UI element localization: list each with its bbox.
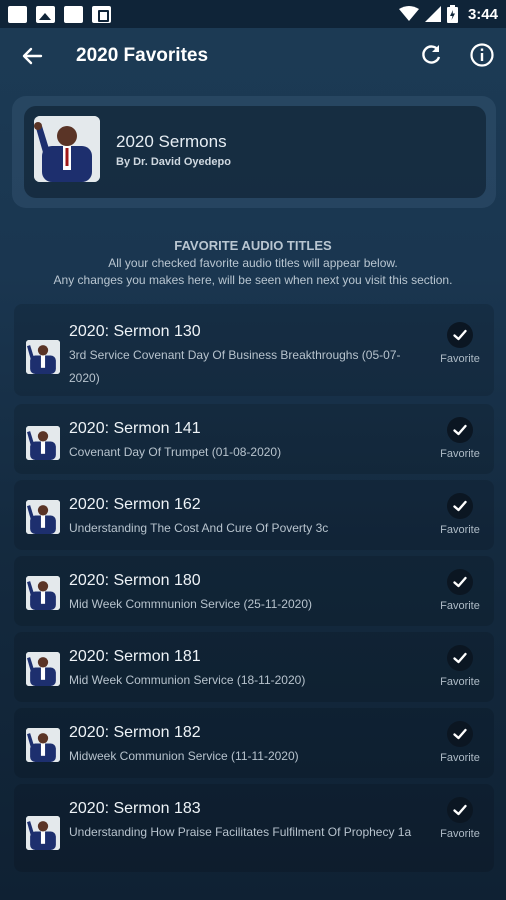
section-note: Any changes you makes here, will be seen… bbox=[53, 273, 453, 287]
sermon-title: 2020: Sermon 182 bbox=[69, 724, 201, 741]
sermon-title: 2020: Sermon 183 bbox=[69, 800, 201, 817]
sermon-description: Understanding How Praise Facilitates Ful… bbox=[69, 825, 412, 839]
refresh-icon bbox=[422, 45, 441, 64]
sermon-title: 2020: Sermon 180 bbox=[69, 572, 201, 589]
list-item[interactable]: 2020: Sermon 180 Mid Week Commnunion Ser… bbox=[14, 556, 494, 626]
sermon-description: Covenant Day Of Trumpet (01-08-2020) bbox=[69, 445, 282, 459]
status-bar: 3:44 bbox=[0, 0, 506, 28]
album-card: 2020 Sermons By Dr. David Oyedepo bbox=[12, 96, 496, 208]
image-icon bbox=[36, 5, 55, 23]
sermon-thumbnail bbox=[26, 500, 60, 534]
favorite-label: Favorite bbox=[440, 828, 480, 840]
list-item[interactable]: 2020: Sermon 130 3rd Service Covenant Da… bbox=[14, 304, 494, 396]
sermon-thumbnail bbox=[26, 340, 60, 374]
favorite-label: Favorite bbox=[440, 676, 480, 688]
sermon-thumbnail bbox=[26, 652, 60, 686]
sermon-title: 2020: Sermon 181 bbox=[69, 648, 201, 665]
favorite-toggle[interactable]: Favorite bbox=[434, 645, 486, 688]
sermon-description: Mid Week Communion Service (18-11-2020) bbox=[69, 673, 306, 687]
album-card-inner: 2020 Sermons By Dr. David Oyedepo bbox=[24, 106, 486, 198]
sermon-description: Mid Week Commnunion Service (25-11-2020) bbox=[69, 597, 312, 611]
check-icon bbox=[447, 493, 473, 519]
check-icon bbox=[447, 797, 473, 823]
favorite-label: Favorite bbox=[440, 752, 480, 764]
battery-icon bbox=[446, 5, 458, 23]
check-icon bbox=[447, 721, 473, 747]
notification-icon bbox=[8, 5, 27, 23]
notification-icon bbox=[64, 5, 83, 23]
page-title: 2020 Favorites bbox=[76, 45, 209, 66]
check-icon bbox=[447, 322, 473, 348]
list-item[interactable]: 2020: Sermon 183 Understanding How Prais… bbox=[14, 784, 494, 872]
info-button[interactable] bbox=[468, 41, 496, 69]
album-title: 2020 Sermons bbox=[116, 132, 227, 151]
info-icon bbox=[470, 43, 494, 67]
status-time: 3:44 bbox=[467, 5, 498, 23]
preacher-image bbox=[34, 116, 100, 182]
check-icon bbox=[447, 569, 473, 595]
favorite-toggle[interactable]: Favorite bbox=[434, 569, 486, 612]
list-item[interactable]: 2020: Sermon 182 Midweek Communion Servi… bbox=[14, 708, 494, 778]
sermon-title: 2020: Sermon 130 bbox=[69, 323, 201, 340]
section-note: All your checked favorite audio titles w… bbox=[108, 256, 398, 270]
sermon-thumbnail bbox=[26, 576, 60, 610]
favorite-label: Favorite bbox=[440, 353, 480, 365]
favorite-toggle[interactable]: Favorite bbox=[434, 493, 486, 536]
sermon-title: 2020: Sermon 141 bbox=[69, 420, 201, 437]
sermon-description: Midweek Communion Service (11-11-2020) bbox=[69, 749, 299, 763]
check-icon bbox=[447, 645, 473, 671]
favorite-toggle[interactable]: Favorite bbox=[434, 721, 486, 764]
favorite-label: Favorite bbox=[440, 524, 480, 536]
signal-icon bbox=[424, 6, 441, 22]
back-button[interactable] bbox=[18, 42, 46, 70]
sermon-description: 3rd Service Covenant Day Of Business Bre… bbox=[69, 348, 401, 385]
favorite-toggle[interactable]: Favorite bbox=[434, 797, 486, 840]
sermon-title: 2020: Sermon 162 bbox=[69, 496, 201, 513]
sermon-thumbnail bbox=[26, 426, 60, 460]
favorite-label: Favorite bbox=[440, 448, 480, 460]
album-thumbnail bbox=[34, 116, 100, 182]
sermon-description: Understanding The Cost And Cure Of Pover… bbox=[69, 521, 329, 535]
list-item[interactable]: 2020: Sermon 162 Understanding The Cost … bbox=[14, 480, 494, 550]
app-bar: 2020 Favorites bbox=[0, 28, 506, 84]
check-icon bbox=[447, 417, 473, 443]
sd-card-icon bbox=[92, 5, 111, 23]
sermon-thumbnail bbox=[26, 816, 60, 850]
favorite-toggle[interactable]: Favorite bbox=[434, 322, 486, 365]
section-heading: FAVORITE AUDIO TITLES bbox=[174, 238, 332, 253]
favorite-label: Favorite bbox=[440, 600, 480, 612]
favorite-toggle[interactable]: Favorite bbox=[434, 417, 486, 460]
sermon-thumbnail bbox=[26, 728, 60, 762]
wifi-icon bbox=[398, 6, 419, 21]
list-item[interactable]: 2020: Sermon 181 Mid Week Communion Serv… bbox=[14, 632, 494, 702]
refresh-button[interactable] bbox=[418, 42, 444, 68]
list-item[interactable]: 2020: Sermon 141 Covenant Day Of Trumpet… bbox=[14, 404, 494, 474]
album-author: By Dr. David Oyedepo bbox=[116, 156, 231, 168]
arrow-back-icon bbox=[22, 47, 43, 65]
